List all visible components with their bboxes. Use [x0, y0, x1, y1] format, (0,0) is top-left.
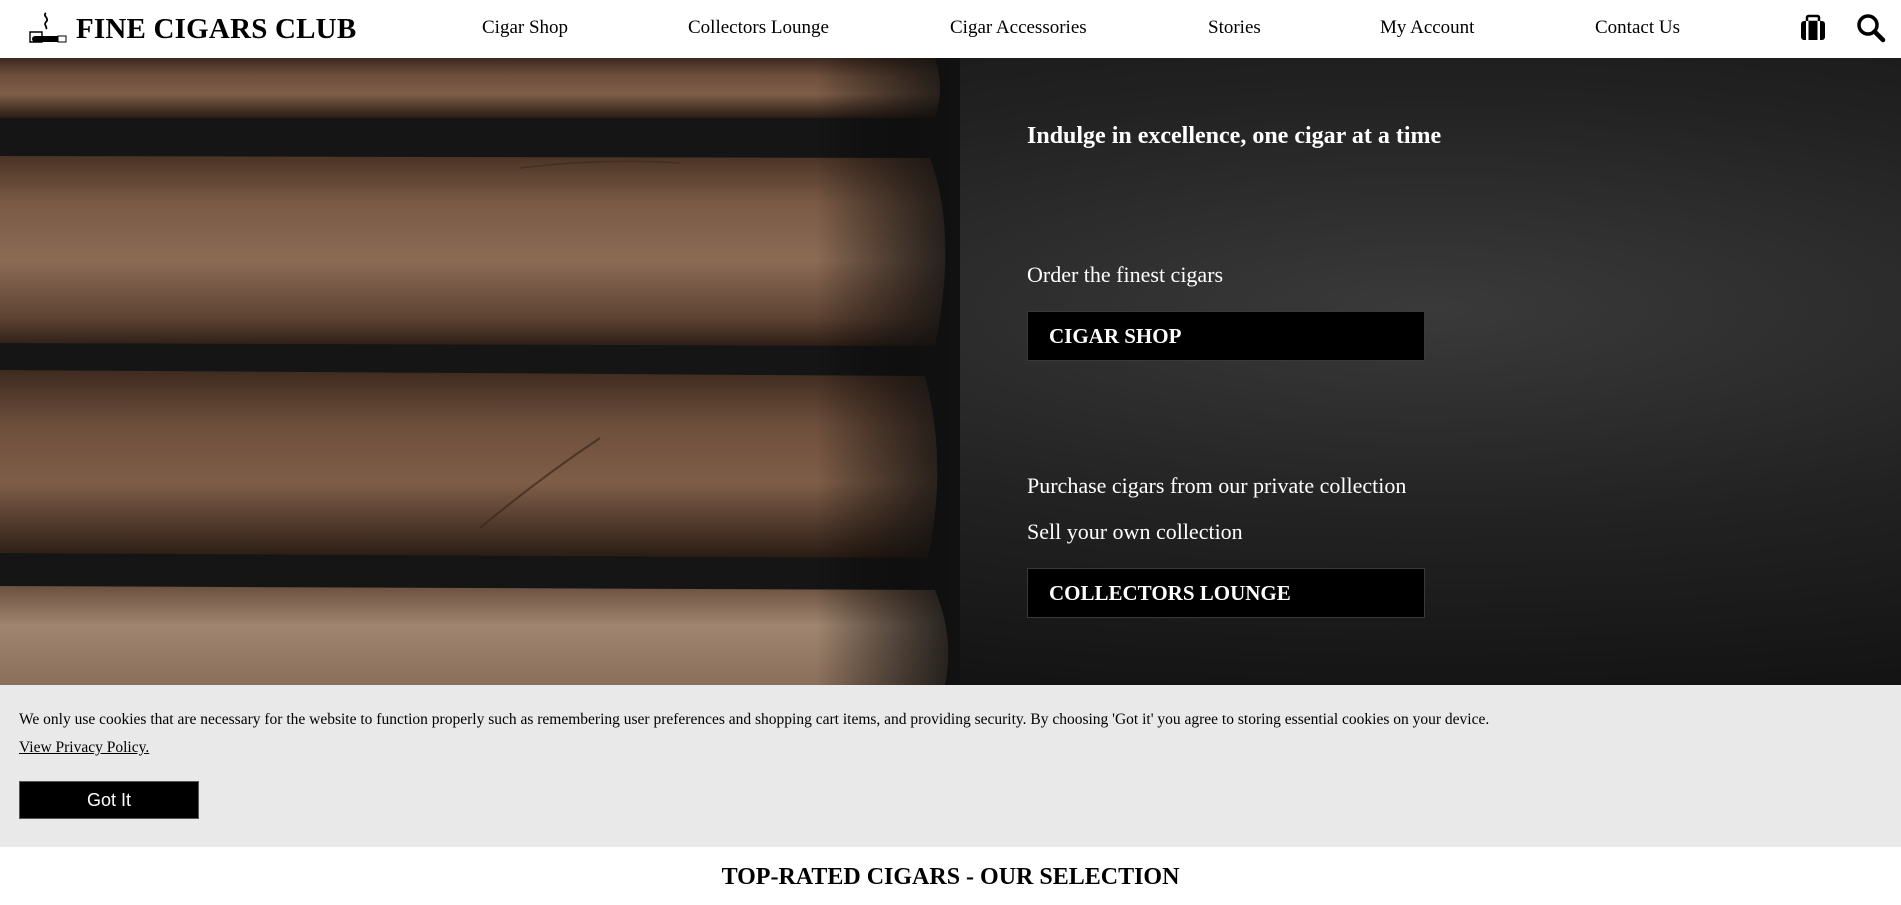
collection-description-1: Purchase cigars from our private collect…	[1027, 473, 1407, 498]
logo-text: FINE CIGARS CLUB	[76, 12, 357, 45]
nav-contact-us[interactable]: Contact Us	[1595, 17, 1680, 39]
nav-cigar-shop[interactable]: Cigar Shop	[482, 17, 568, 39]
got-it-button[interactable]: Got It	[19, 781, 199, 819]
privacy-policy-link[interactable]: View Privacy Policy.	[19, 739, 149, 757]
nav-my-account[interactable]: My Account	[1380, 17, 1474, 39]
nav-collectors-lounge[interactable]: Collectors Lounge	[688, 17, 829, 39]
nav-stories[interactable]: Stories	[1208, 17, 1261, 39]
nav-cigar-accessories[interactable]: Cigar Accessories	[950, 17, 1087, 39]
hero-tagline: Indulge in excellence, one cigar at a ti…	[1027, 123, 1442, 149]
collectors-lounge-button[interactable]: COLLECTORS LOUNGE	[1027, 568, 1425, 618]
search-icon[interactable]	[1855, 12, 1887, 44]
cart-icon[interactable]	[1797, 12, 1829, 44]
shop-description: Order the finest cigars	[1027, 262, 1224, 287]
cigars-photo	[0, 58, 960, 685]
collection-description-2: Sell your own collection	[1027, 519, 1243, 544]
section-title: TOP-RATED CIGARS - OUR SELECTION	[721, 864, 1180, 890]
hero-banner: Indulge in excellence, one cigar at a ti…	[0, 58, 1901, 685]
site-logo[interactable]: FINE CIGARS CLUB	[28, 8, 356, 50]
cookie-message: We only use cookies that are necessary f…	[19, 711, 1490, 728]
cookie-banner: We only use cookies that are necessary f…	[0, 685, 1901, 847]
site-header: FINE CIGARS CLUB Cigar Shop Collectors L…	[0, 0, 1901, 58]
cigar-shop-button[interactable]: CIGAR SHOP	[1027, 311, 1425, 361]
cigar-logo-icon	[29, 12, 67, 43]
